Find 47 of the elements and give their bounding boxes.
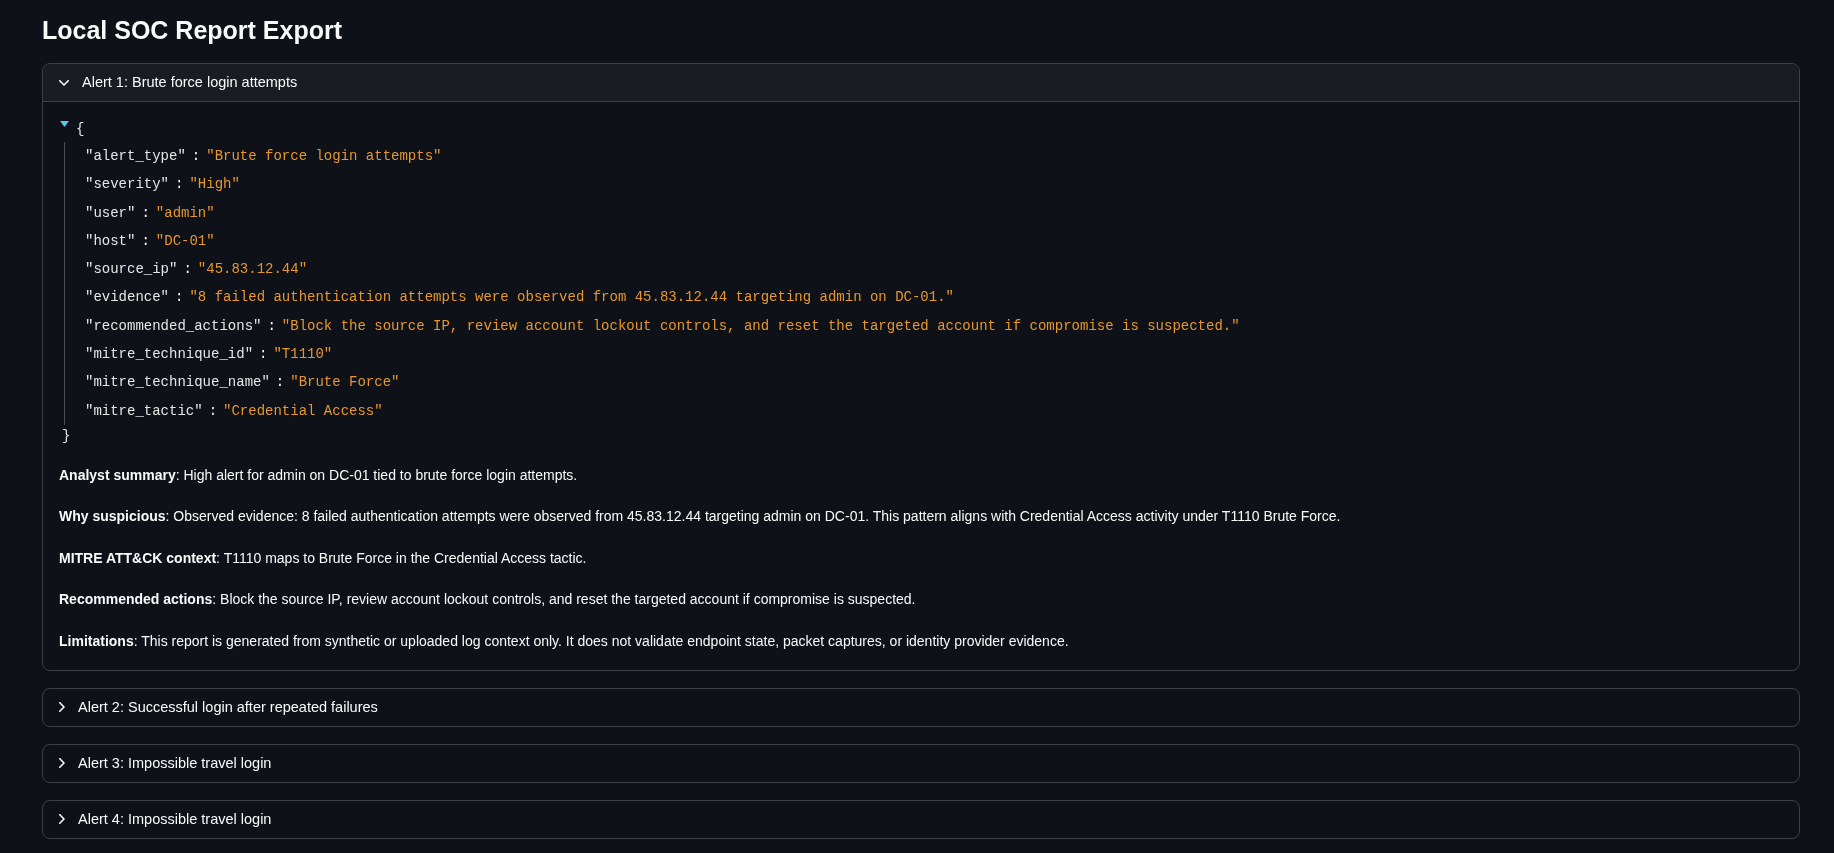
json-key: "mitre_tactic" <box>85 396 203 425</box>
chevron-right-icon[interactable] <box>59 702 65 713</box>
report-paragraph: Recommended actions: Block the source IP, review account lockout controls, and reset the targeted account if compromise is suspected. <box>59 590 917 610</box>
expander-header[interactable]: Alert 2: Successful login after repeated failures <box>43 688 1799 726</box>
json-value: "8 failed authentication attempts were observed from 45.83.12.44 targeting admin on DC-01." <box>189 288 954 308</box>
chevron-right-icon[interactable] <box>59 814 65 825</box>
report-paragraph: Why suspicious: Observed evidence: 8 failed authentication attempts were observed from 45.83.12.44 targeting admin on DC-01. This pattern aligns with Credential Access activity under T1110 Brute Force. <box>59 507 1342 527</box>
json-colon: : <box>259 345 268 365</box>
json-value: "45.83.12.44" <box>197 260 308 280</box>
json-colon: : <box>208 401 218 421</box>
json-key: "mitre_technique_name" <box>85 368 270 397</box>
expander-header[interactable]: Alert 1: Brute force login attempts <box>43 64 1799 102</box>
json-colon: : <box>175 288 184 308</box>
json-colon: : <box>267 316 276 336</box>
json-value: "Block the source IP, review account lockout controls, and reset the targeted account if compromise is suspected." <box>281 316 1240 336</box>
json-key: "severity" <box>85 170 169 199</box>
json-key: "source_ip" <box>85 255 178 284</box>
json-colon: : <box>141 231 150 251</box>
json-key: "evidence" <box>85 283 169 312</box>
json-value: "Credential Access" <box>223 401 383 421</box>
report-paragraph: Analyst summary: High alert for admin on DC-01 tied to brute force login attempts. <box>59 465 579 485</box>
caret-down-icon[interactable] <box>60 121 69 127</box>
json-colon: : <box>141 203 150 223</box>
json-key: "host" <box>85 226 136 256</box>
json-colon: : <box>191 147 201 166</box>
expander-header[interactable]: Alert 4: Impossible travel login <box>43 800 1799 838</box>
json-value: "Brute force login attempts" <box>206 147 442 166</box>
json-value: "admin" <box>155 203 215 223</box>
expander-header[interactable]: Alert 3: Impossible travel login <box>43 744 1799 782</box>
json-key: "alert_type" <box>85 142 186 171</box>
json-key: "user" <box>85 198 136 227</box>
json-value: "Brute Force" <box>290 373 400 393</box>
json-key: "mitre_technique_id" <box>85 340 254 369</box>
chevron-right-icon[interactable] <box>59 758 65 769</box>
json-colon: : <box>183 260 192 280</box>
chevron-down-icon[interactable] <box>59 79 69 86</box>
report-paragraph: Limitations: This report is generated from synthetic or uploaded log context only. It does not validate endpoint state, packet captures, or identity provider evidence. <box>59 631 1070 651</box>
json-value: "T1110" <box>273 345 333 365</box>
json-value: "High" <box>189 175 240 195</box>
json-key: "recommended_actions" <box>85 311 262 341</box>
json-value: "DC-01" <box>155 231 215 251</box>
json-colon: : <box>175 175 184 195</box>
json-brace: } <box>62 427 71 444</box>
json-colon: : <box>275 373 285 393</box>
page-title: Local SOC Report Export <box>42 15 344 46</box>
json-brace: { <box>76 120 85 139</box>
report-paragraph: MITRE ATT&CK context: T1110 maps to Brute Force in the Credential Access tactic. <box>59 548 588 568</box>
